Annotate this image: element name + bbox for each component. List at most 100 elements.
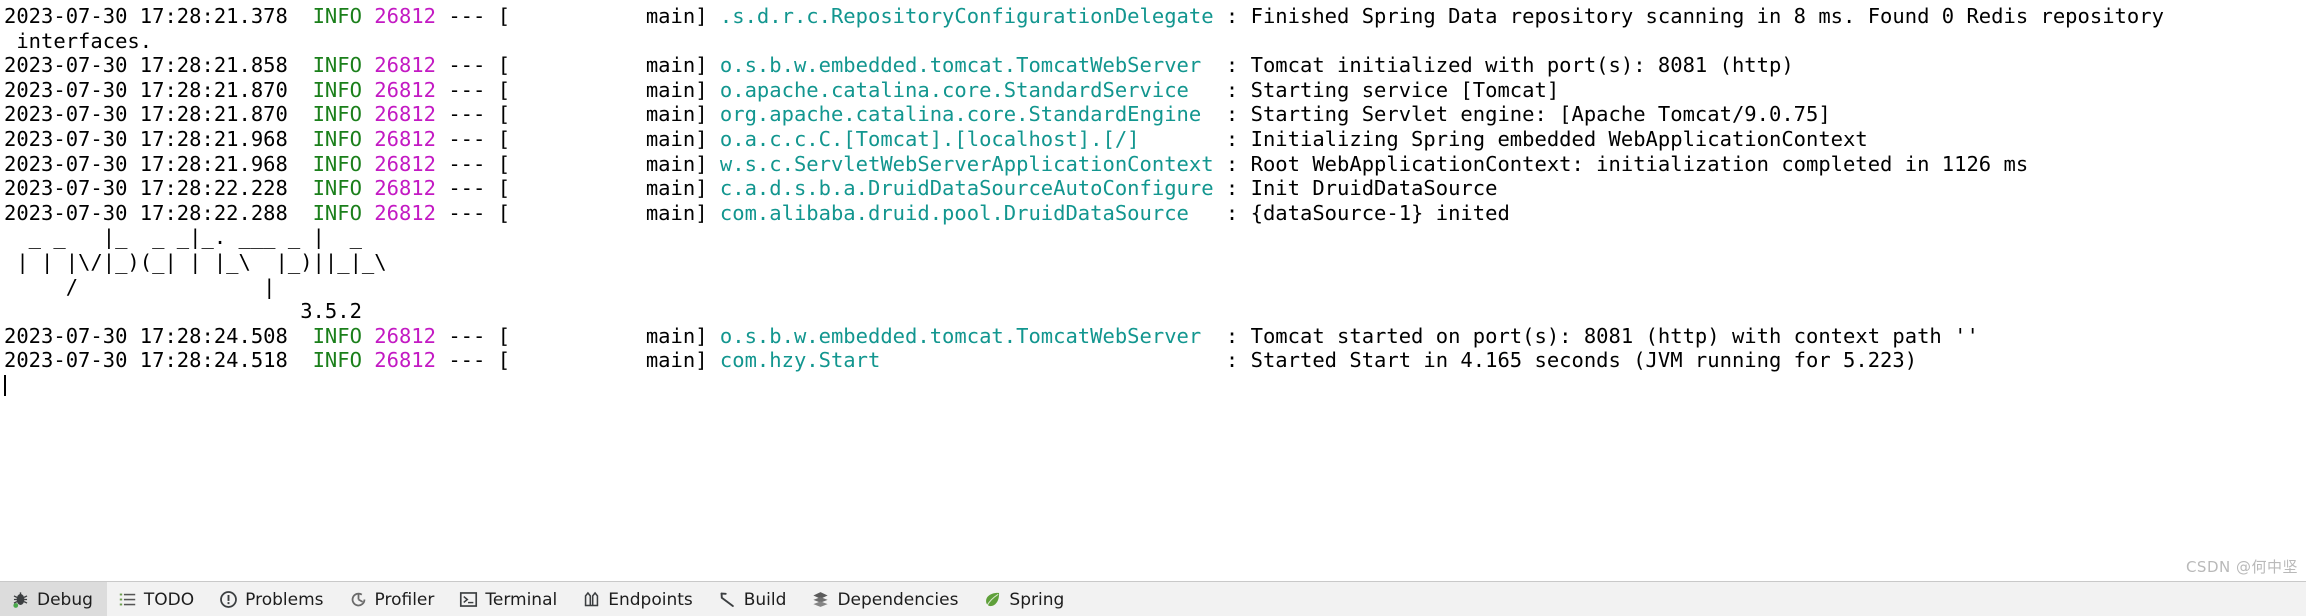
- log-logger-name: o.apache.catalina.core.StandardService: [719, 77, 1214, 102]
- log-spacer: [362, 324, 374, 348]
- watermark: CSDN @何中坚: [2185, 558, 2298, 576]
- tool-window-button-label: Build: [743, 589, 787, 610]
- tool-window-button-label: Profiler: [374, 589, 435, 610]
- log-message: interfaces.: [4, 28, 153, 53]
- log-spacer: [288, 201, 313, 225]
- log-level: INFO: [312, 323, 362, 348]
- log-message: Finished Spring Data repository scanning…: [1250, 4, 2164, 28]
- log-line: 2023-07-30 17:28:21.870 INFO 26812 --- […: [4, 78, 2306, 103]
- log-spacer: [436, 102, 448, 126]
- log-spacer: [362, 78, 374, 102]
- log-timestamp: 2023-07-30 17:28:24.508: [4, 323, 288, 348]
- log-spacer: [708, 348, 720, 372]
- log-line: 2023-07-30 17:28:21.968 INFO 26812 --- […: [4, 127, 2306, 152]
- log-spacer: [288, 53, 313, 77]
- log-spacer: [485, 53, 497, 77]
- log-level: INFO: [312, 77, 362, 102]
- log-spacer: [436, 201, 448, 225]
- log-spacer: [436, 127, 448, 151]
- log-separator-dashes: ---: [448, 77, 486, 102]
- tool-window-button-profiler[interactable]: Profiler: [338, 582, 449, 616]
- hammer-icon: [718, 590, 737, 609]
- log-level: INFO: [312, 4, 362, 28]
- log-thread: [ main]: [497, 102, 708, 127]
- log-spacer: [485, 127, 497, 151]
- log-spacer: [485, 152, 497, 176]
- log-spacer: [485, 78, 497, 102]
- tool-window-button-debug[interactable]: Debug: [0, 582, 107, 616]
- log-logger-name: com.alibaba.druid.pool.DruidDataSource: [719, 200, 1214, 225]
- tool-window-button-endpoints[interactable]: Endpoints: [571, 582, 707, 616]
- dependencies-icon: [811, 590, 830, 609]
- log-spacer: [362, 152, 374, 176]
- tool-window-button-label: Debug: [37, 589, 93, 610]
- console-output[interactable]: 2023-07-30 17:28:21.378 INFO 26812 --- […: [0, 0, 2306, 581]
- log-timestamp: 2023-07-30 17:28:21.858: [4, 53, 288, 78]
- banner-text: | | |\/|_)(_| | |_\ |_)||_|_\: [4, 249, 399, 274]
- text-caret: [4, 374, 6, 396]
- log-pid: 26812: [374, 126, 436, 151]
- log-spacer: [708, 53, 720, 77]
- log-pid: 26812: [374, 102, 436, 127]
- log-timestamp: 2023-07-30 17:28:21.870: [4, 102, 288, 127]
- log-separator-dashes: ---: [448, 102, 486, 127]
- log-spacer: [362, 176, 374, 200]
- log-spacer: [708, 102, 720, 126]
- log-message: Tomcat started on port(s): 8081 (http) w…: [1250, 323, 1979, 348]
- banner-text: 3.5.2: [4, 299, 375, 324]
- tool-window-button-dependencies[interactable]: Dependencies: [800, 582, 972, 616]
- tool-window-bar[interactable]: Debug TODO Problems Profiler Terminal Endpoin…: [0, 581, 2306, 616]
- log-line: 2023-07-30 17:28:21.378 INFO 26812 --- […: [4, 4, 2306, 29]
- log-spacer: [708, 201, 720, 225]
- tool-window-button-todo[interactable]: TODO: [107, 582, 208, 616]
- log-thread: [ main]: [497, 348, 708, 373]
- banner-text: _ _ |_ _ _|_. ___ _ | _: [4, 225, 375, 250]
- tool-window-button-label: Terminal: [485, 589, 558, 610]
- log-logger-name: o.s.b.w.embedded.tomcat.TomcatWebServer: [719, 323, 1214, 348]
- log-separator-colon: :: [1213, 176, 1251, 201]
- log-level: INFO: [312, 151, 362, 176]
- log-thread: [ main]: [497, 4, 708, 28]
- log-spacer: [485, 201, 497, 225]
- tool-window-button-spring[interactable]: Spring: [972, 582, 1078, 616]
- log-line: 2023-07-30 17:28:24.518 INFO 26812 --- […: [4, 348, 2306, 373]
- log-level: INFO: [312, 126, 362, 151]
- tool-window-button-label: Spring: [1009, 589, 1065, 610]
- log-message: Initializing Spring embedded WebApplicat…: [1250, 126, 1868, 151]
- log-separator-dashes: ---: [448, 200, 486, 225]
- log-spacer: [362, 53, 374, 77]
- console-caret-line: [4, 373, 2306, 398]
- log-thread: [ main]: [497, 126, 708, 151]
- spring-leaf-icon: [983, 590, 1002, 609]
- log-logger-name: o.a.c.c.C.[Tomcat].[localhost].[/]: [719, 126, 1214, 151]
- log-line: 2023-07-30 17:28:24.508 INFO 26812 --- […: [4, 324, 2306, 349]
- log-spacer: [436, 4, 448, 28]
- log-logger-name: com.hzy.Start: [719, 348, 1214, 373]
- log-thread: [ main]: [497, 77, 708, 102]
- log-line: 2023-07-30 17:28:21.858 INFO 26812 --- […: [4, 53, 2306, 78]
- log-separator-dashes: ---: [448, 4, 486, 28]
- log-message: Started Start in 4.165 seconds (JVM runn…: [1250, 348, 1918, 373]
- banner-ascii-line: | | |\/|_)(_| | |_\ |_)||_|_\: [4, 250, 2306, 275]
- log-spacer: [288, 348, 313, 372]
- banner-ascii-line: _ _ |_ _ _|_. ___ _ | _: [4, 225, 2306, 250]
- log-message: Starting service [Tomcat]: [1250, 77, 1560, 102]
- todo-list-icon: [118, 590, 137, 609]
- log-spacer: [708, 78, 720, 102]
- log-pid: 26812: [374, 176, 436, 201]
- log-pid: 26812: [374, 53, 436, 78]
- log-pid: 26812: [374, 4, 436, 28]
- log-timestamp: 2023-07-30 17:28:22.228: [4, 176, 288, 201]
- log-separator-dashes: ---: [448, 53, 486, 78]
- log-spacer: [485, 348, 497, 372]
- log-spacer: [362, 201, 374, 225]
- log-spacer: [436, 78, 448, 102]
- bug-icon: [11, 590, 30, 609]
- log-level: INFO: [312, 200, 362, 225]
- log-separator-colon: :: [1213, 77, 1251, 102]
- log-pid: 26812: [374, 323, 436, 348]
- tool-window-button-problems[interactable]: Problems: [208, 582, 337, 616]
- tool-window-button-terminal[interactable]: Terminal: [448, 582, 571, 616]
- log-separator-colon: :: [1213, 102, 1251, 127]
- tool-window-button-build[interactable]: Build: [707, 582, 801, 616]
